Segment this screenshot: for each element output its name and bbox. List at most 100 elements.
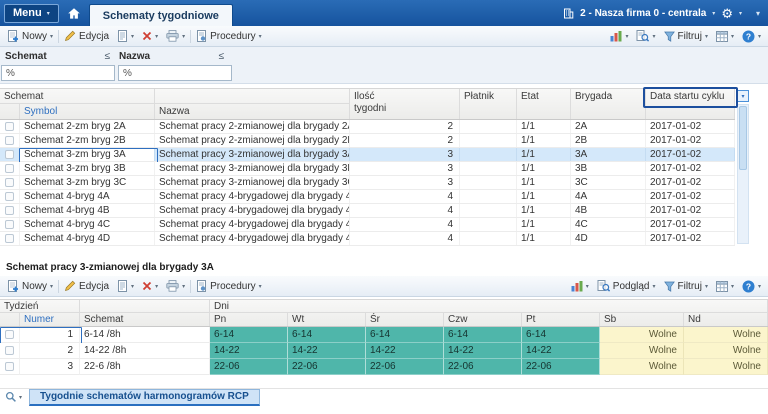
cell-pt[interactable]: 22-06 xyxy=(522,359,600,375)
search-button[interactable]: ▾ xyxy=(0,391,27,403)
row-selector[interactable] xyxy=(0,218,20,231)
cell-czw[interactable]: 6-14 xyxy=(444,327,522,343)
cell-symbol[interactable]: Schemat 2-zm bryg 2A xyxy=(20,120,155,133)
cell-nazwa[interactable]: Schemat pracy 4-brygadowej dla brygady 4… xyxy=(155,190,350,203)
cell-pt[interactable]: 6-14 xyxy=(522,327,600,343)
cell-data-startu-cyklu[interactable]: 2017-01-02 xyxy=(646,218,735,231)
row-selector[interactable] xyxy=(0,148,20,161)
cell-czw[interactable]: 14-22 xyxy=(444,343,522,359)
column-chooser-button[interactable]: ▾ xyxy=(737,90,749,102)
cell-data-startu-cyklu[interactable]: 2017-01-02 xyxy=(646,176,735,189)
layout-button[interactable]: ▾ xyxy=(712,28,738,45)
table-row[interactable]: Schemat 4-bryg 4ASchemat pracy 4-brygado… xyxy=(0,190,735,204)
table-row[interactable]: 16-14 /8h6-146-146-146-146-14WolneWolne xyxy=(0,327,768,343)
collapse-ribbon-icon[interactable]: ▾ xyxy=(756,9,760,18)
cell-numer[interactable]: 2 xyxy=(20,343,80,359)
column-group-schemat[interactable]: Schemat xyxy=(0,89,155,104)
cell-symbol[interactable]: Schemat 4-bryg 4A xyxy=(20,190,155,203)
cell-platnik[interactable] xyxy=(460,204,517,217)
cell-platnik[interactable] xyxy=(460,232,517,245)
layout-button[interactable]: ▾ xyxy=(712,278,738,295)
table-row[interactable]: Schemat 2-zm bryg 2ASchemat pracy 2-zmia… xyxy=(0,120,735,134)
cell-platnik[interactable] xyxy=(460,218,517,231)
cell-ilosc-tygodni[interactable]: 3 xyxy=(350,176,460,189)
cell-brygada[interactable]: 4B xyxy=(571,204,646,217)
cell-symbol[interactable]: Schemat 3-zm bryg 3A xyxy=(20,148,155,161)
cell-numer[interactable]: 1 xyxy=(20,327,80,343)
row-selector[interactable] xyxy=(0,204,20,217)
cell-sb[interactable]: Wolne xyxy=(600,359,684,375)
column-header-pn[interactable]: Pn xyxy=(210,313,288,326)
table-row[interactable]: Schemat 4-bryg 4DSchemat pracy 4-brygado… xyxy=(0,232,735,246)
cell-sb[interactable]: Wolne xyxy=(600,343,684,359)
menu-button[interactable]: Menu ▾ xyxy=(4,4,59,23)
row-selector[interactable] xyxy=(0,327,20,343)
operator-icon[interactable]: ≤ xyxy=(105,51,111,62)
cell-schemat[interactable]: 22-6 /8h xyxy=(80,359,210,375)
cell-nazwa[interactable]: Schemat pracy 2-zmianowej dla brygady 2A xyxy=(155,120,350,133)
cell-brygada[interactable]: 3C xyxy=(571,176,646,189)
cell-numer[interactable]: 3 xyxy=(20,359,80,375)
cell-brygada[interactable]: 4D xyxy=(571,232,646,245)
cell-nazwa[interactable]: Schemat pracy 4-brygadowej dla brygady 4… xyxy=(155,218,350,231)
preview-button[interactable]: Podgląd ▾ xyxy=(593,278,660,295)
document-button[interactable]: ▾ xyxy=(113,28,138,45)
column-header-sr[interactable]: Śr xyxy=(366,313,444,326)
locator-nazwa-header[interactable]: Nazwa ≤ xyxy=(115,49,229,64)
column-header-symbol[interactable]: Symbol xyxy=(20,104,155,119)
schemat-filter-input[interactable]: % xyxy=(1,65,115,81)
locator-schemat-header[interactable]: Schemat ≤ xyxy=(1,49,115,64)
table-row[interactable]: Schemat 3-zm bryg 3BSchemat pracy 3-zmia… xyxy=(0,162,735,176)
cell-sr[interactable]: 14-22 xyxy=(366,343,444,359)
cell-etat[interactable]: 1/1 xyxy=(517,162,571,175)
cell-data-startu-cyklu[interactable]: 2017-01-02 xyxy=(646,162,735,175)
cell-schemat[interactable]: 14-22 /8h xyxy=(80,343,210,359)
cell-etat[interactable]: 1/1 xyxy=(517,148,571,161)
cell-symbol[interactable]: Schemat 2-zm bryg 2B xyxy=(20,134,155,147)
tab-schematy-tygodniowe[interactable]: Schematy tygodniowe xyxy=(89,4,233,26)
table-row[interactable]: 214-22 /8h14-2214-2214-2214-2214-22Wolne… xyxy=(0,343,768,359)
cell-symbol[interactable]: Schemat 4-bryg 4D xyxy=(20,232,155,245)
filter-button[interactable]: Filtruj ▾ xyxy=(660,28,712,45)
cell-wt[interactable]: 14-22 xyxy=(288,343,366,359)
table-row[interactable]: Schemat 2-zm bryg 2BSchemat pracy 2-zmia… xyxy=(0,134,735,148)
cell-ilosc-tygodni[interactable]: 4 xyxy=(350,232,460,245)
cell-sr[interactable]: 6-14 xyxy=(366,327,444,343)
cell-data-startu-cyklu[interactable]: 2017-01-02 xyxy=(646,190,735,203)
cell-nazwa[interactable]: Schemat pracy 4-brygadowej dla brygady 4… xyxy=(155,232,350,245)
cell-wt[interactable]: 22-06 xyxy=(288,359,366,375)
cell-brygada[interactable]: 4A xyxy=(571,190,646,203)
cell-brygada[interactable]: 3B xyxy=(571,162,646,175)
cell-etat[interactable]: 1/1 xyxy=(517,204,571,217)
company-selector[interactable]: 2 - Nasza firma 0 - centrala xyxy=(580,8,706,19)
cell-etat[interactable]: 1/1 xyxy=(517,176,571,189)
table-row[interactable]: Schemat 4-bryg 4BSchemat pracy 4-brygado… xyxy=(0,204,735,218)
chevron-down-icon[interactable]: ▾ xyxy=(712,10,715,17)
chart-button[interactable]: ▾ xyxy=(567,278,593,295)
cell-symbol[interactable]: Schemat 3-zm bryg 3C xyxy=(20,176,155,189)
row-selector[interactable] xyxy=(0,120,20,133)
vertical-scrollbar[interactable] xyxy=(737,104,749,244)
cell-data-startu-cyklu[interactable]: 2017-01-02 xyxy=(646,232,735,245)
cell-data-startu-cyklu[interactable]: 2017-01-02 xyxy=(646,204,735,217)
cell-ilosc-tygodni[interactable]: 4 xyxy=(350,218,460,231)
column-group-dni[interactable]: Dni xyxy=(210,300,768,313)
cell-ilosc-tygodni[interactable]: 3 xyxy=(350,148,460,161)
cell-etat[interactable]: 1/1 xyxy=(517,120,571,133)
row-selector[interactable] xyxy=(0,343,20,359)
cell-brygada[interactable]: 2B xyxy=(571,134,646,147)
row-selector[interactable] xyxy=(0,176,20,189)
cell-platnik[interactable] xyxy=(460,162,517,175)
row-selector[interactable] xyxy=(0,190,20,203)
cell-pn[interactable]: 6-14 xyxy=(210,327,288,343)
procedures-button[interactable]: Procedury ▾ xyxy=(192,278,266,295)
cell-data-startu-cyklu[interactable]: 2017-01-02 xyxy=(646,148,735,161)
new-button[interactable]: Nowy ▾ xyxy=(3,28,57,45)
delete-button[interactable]: ▾ xyxy=(138,28,162,45)
nazwa-filter-input[interactable]: % xyxy=(118,65,232,81)
table-row[interactable]: 322-6 /8h22-0622-0622-0622-0622-06WolneW… xyxy=(0,359,768,375)
column-header-numer[interactable]: Numer xyxy=(20,313,80,326)
cell-pt[interactable]: 14-22 xyxy=(522,343,600,359)
help-button[interactable]: ? ▾ xyxy=(738,278,765,295)
new-button[interactable]: Nowy ▾ xyxy=(3,278,57,295)
